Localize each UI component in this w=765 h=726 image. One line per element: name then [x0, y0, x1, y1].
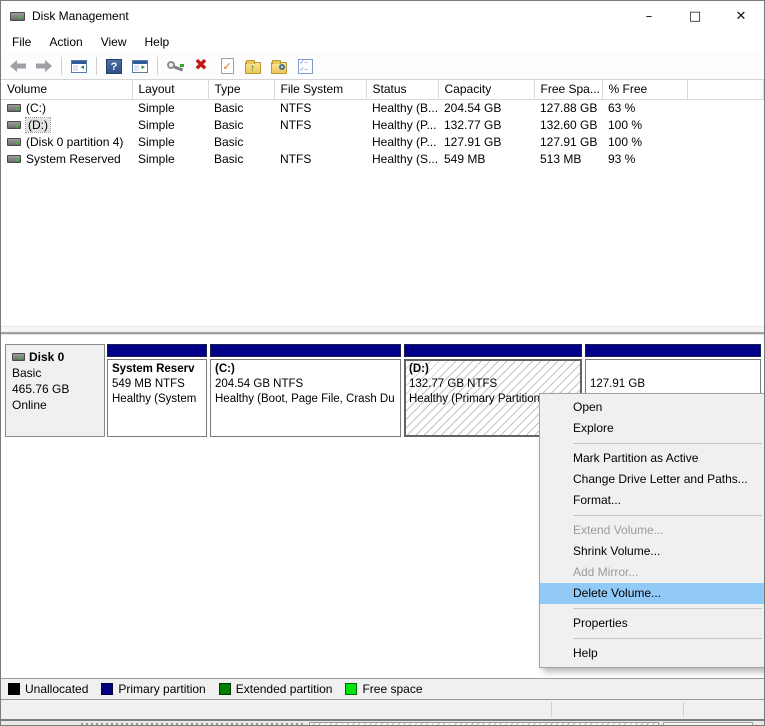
table-row-system-reserved[interactable]: System Reserved Simple Basic NTFS Health… — [1, 150, 764, 167]
disk-management-window: Disk Management – □ ✕ File Action View H… — [0, 0, 765, 726]
title-bar: Disk Management – □ ✕ — [1, 1, 764, 31]
table-row-c[interactable]: (C:) Simple Basic NTFS Healthy (B... 204… — [1, 99, 764, 116]
partition-color-bar — [404, 344, 582, 357]
col-type[interactable]: Type — [208, 80, 275, 100]
menu-item-change-drive-letter[interactable]: Change Drive Letter and Paths... — [540, 469, 764, 490]
menu-item-mark-partition-active[interactable]: Mark Partition as Active — [540, 448, 764, 469]
col-capacity[interactable]: Capacity — [438, 80, 535, 100]
window-title: Disk Management — [32, 9, 129, 23]
menu-separator — [573, 443, 762, 444]
menu-item-properties[interactable]: Properties — [540, 613, 764, 634]
toolbar-separator — [61, 57, 62, 75]
legend-free-space: Free space — [345, 682, 423, 696]
folder-up-icon[interactable]: ↑ — [242, 56, 264, 76]
disk-size: 465.76 GB — [12, 382, 70, 396]
volume-name: (D:) — [25, 116, 51, 133]
menu-item-add-mirror: Add Mirror... — [573, 565, 639, 579]
table-row-partition4[interactable]: (Disk 0 partition 4) Simple Basic Health… — [1, 133, 764, 150]
table-row-d[interactable]: (D:) Simple Basic NTFS Healthy (P... 132… — [1, 116, 764, 133]
menu-separator — [573, 608, 762, 609]
menu-action[interactable]: Action — [40, 32, 91, 52]
delete-icon[interactable]: ✖ — [190, 56, 212, 76]
partition-color-bar — [107, 344, 207, 357]
console-tree-icon[interactable]: ◂ — [68, 56, 90, 76]
legend-unallocated: Unallocated — [8, 682, 88, 696]
volume-name: System Reserved — [26, 151, 121, 166]
col-free-space[interactable]: Free Spa... — [534, 80, 603, 100]
status-bar — [1, 700, 764, 719]
menu-view[interactable]: View — [92, 32, 136, 52]
folder-search-icon[interactable] — [268, 56, 290, 76]
legend-primary-partition: Primary partition — [101, 682, 206, 696]
toolbar-separator — [96, 57, 97, 75]
volume-icon — [7, 103, 21, 112]
volume-name: (Disk 0 partition 4) — [26, 134, 124, 149]
col-file-system[interactable]: File System — [274, 80, 367, 100]
statusbar-divider — [551, 702, 552, 717]
menu-item-help[interactable]: Help — [540, 643, 764, 664]
menu-separator — [573, 515, 762, 516]
col-empty — [687, 80, 764, 100]
volume-table: Volume Layout Type File System Status Ca… — [1, 80, 764, 167]
partition-c[interactable]: (C:) 204.54 GB NTFS Healthy (Boot, Page … — [210, 344, 401, 437]
partition-context-menu: Open Explore Mark Partition as Active Ch… — [539, 393, 764, 668]
primary-partition-swatch — [101, 683, 114, 695]
menu-item-extend-volume: Extend Volume... — [573, 523, 664, 537]
volume-list-pane: Volume Layout Type File System Status Ca… — [1, 80, 764, 326]
properties-list-icon[interactable] — [294, 56, 316, 76]
menu-separator — [573, 638, 762, 639]
volume-name: (C:) — [26, 100, 46, 115]
volume-icon — [7, 154, 21, 163]
rescan-icon[interactable] — [164, 56, 186, 76]
toolbar: ◂ ? ▸ ✖ ↑ — [1, 53, 764, 80]
disk-icon — [12, 353, 25, 361]
menu-file[interactable]: File — [3, 32, 40, 52]
menu-bar: File Action View Help — [1, 31, 764, 53]
maximize-button[interactable]: □ — [672, 1, 718, 31]
toolbar-separator — [157, 57, 158, 75]
menu-item-delete-volume[interactable]: Delete Volume... — [540, 583, 764, 604]
partition-system-reserved[interactable]: System Reserv 549 MB NTFS Healthy (Syste… — [107, 344, 207, 437]
disk-type: Basic — [12, 366, 42, 380]
menu-item-shrink-volume[interactable]: Shrink Volume... — [540, 541, 764, 562]
col-status[interactable]: Status — [366, 80, 439, 100]
volume-icon — [7, 137, 21, 146]
col-pct-free[interactable]: % Free — [602, 80, 688, 100]
disk-name: Disk 0 — [29, 350, 65, 364]
partition-color-bar — [210, 344, 401, 357]
action-pane-icon[interactable]: ▸ — [129, 56, 151, 76]
menu-help[interactable]: Help — [136, 32, 179, 52]
check-document-icon[interactable] — [216, 56, 238, 76]
unallocated-swatch — [8, 683, 20, 695]
free-space-swatch — [345, 683, 358, 695]
app-icon — [10, 10, 26, 22]
screen-edge-artifact — [1, 719, 764, 725]
legend-extended-partition: Extended partition — [218, 682, 332, 696]
menu-item-explore[interactable]: Explore — [540, 418, 764, 439]
help-icon[interactable]: ? — [103, 56, 125, 76]
menu-item-open[interactable]: Open — [540, 397, 764, 418]
disk-0-header[interactable]: Disk 0 Basic 465.76 GB Online — [5, 344, 105, 437]
back-icon[interactable] — [7, 56, 29, 76]
close-button[interactable]: ✕ — [718, 1, 764, 31]
menu-item-format[interactable]: Format... — [540, 490, 764, 511]
minimize-button[interactable]: – — [626, 1, 672, 31]
extended-partition-swatch — [218, 683, 231, 695]
col-volume[interactable]: Volume — [1, 80, 133, 100]
statusbar-divider — [683, 702, 684, 717]
volume-icon — [7, 120, 21, 129]
disk-status: Online — [12, 398, 47, 412]
forward-icon[interactable] — [33, 56, 55, 76]
legend-bar: Unallocated Primary partition Extended p… — [1, 678, 764, 700]
col-layout[interactable]: Layout — [132, 80, 209, 100]
partition-color-bar — [585, 344, 761, 357]
